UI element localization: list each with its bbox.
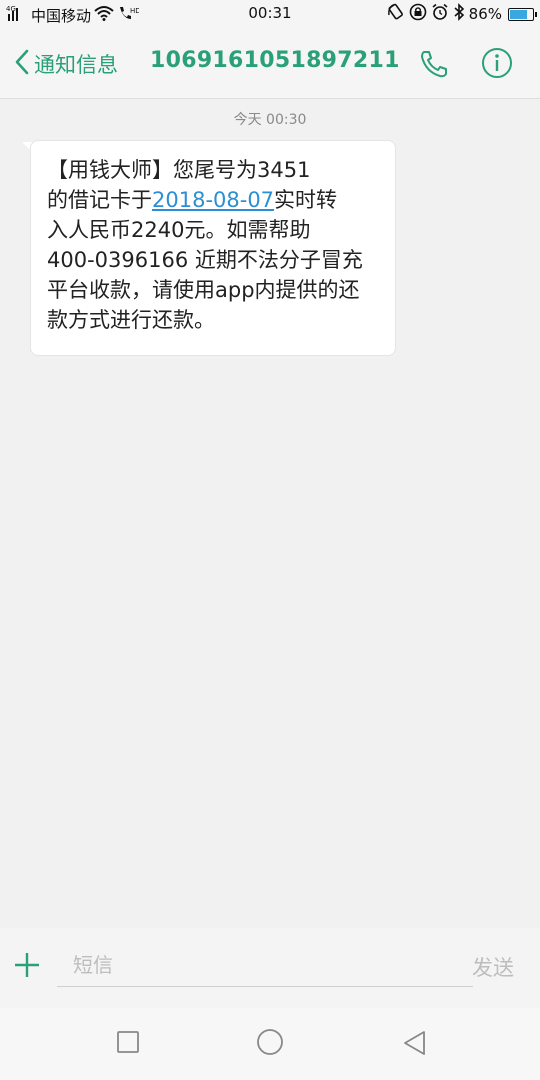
- send-button[interactable]: 发送: [472, 952, 514, 982]
- recents-button[interactable]: [116, 1030, 140, 1058]
- square-icon: [116, 1031, 140, 1058]
- bluetooth-icon: [453, 3, 465, 25]
- sms-input[interactable]: [57, 944, 473, 987]
- plus-icon: [12, 953, 42, 984]
- alarm-icon: [431, 3, 449, 25]
- sender-number: 1069161051897211: [150, 48, 400, 73]
- back-button[interactable]: 通知信息: [14, 48, 118, 80]
- battery-level: [510, 9, 527, 19]
- message-line: 款方式进行还款。: [47, 308, 215, 332]
- message-line: 平台收款，请使用app内提供的还: [47, 278, 360, 302]
- message-line: 入人民币2240元。如需帮助: [47, 218, 311, 242]
- navigation-bar: [0, 1008, 540, 1080]
- rotation-lock-icon: [387, 3, 405, 25]
- triangle-back-icon: [402, 1031, 428, 1060]
- call-button[interactable]: [418, 48, 450, 84]
- phone-icon: [418, 51, 450, 84]
- info-icon: [481, 48, 513, 83]
- message-line: 【用钱大师】您尾号为3451: [47, 158, 311, 182]
- compose-bar: 发送: [0, 928, 540, 1008]
- message-timestamp: 今天 00:30: [233, 112, 307, 128]
- chevron-left-icon: [14, 48, 30, 80]
- message-bubble[interactable]: 【用钱大师】您尾号为3451 的借记卡于2018-08-07实时转 入人民币22…: [30, 140, 396, 356]
- message-line: 400-0396166 近期不法分子冒充: [47, 248, 363, 272]
- battery-percent: 86%: [468, 5, 502, 23]
- date-link[interactable]: 2018-08-07: [152, 188, 274, 212]
- battery-icon: [508, 7, 537, 21]
- circle-icon: [256, 1029, 284, 1060]
- message-text: 实时转: [274, 188, 338, 212]
- add-attachment-button[interactable]: [12, 950, 42, 984]
- back-nav-button[interactable]: [402, 1030, 428, 1060]
- back-label: 通知信息: [34, 53, 118, 77]
- info-button[interactable]: [481, 47, 513, 83]
- lock-icon: [409, 3, 427, 25]
- message-line: 的借记卡于2018-08-07实时转: [47, 185, 379, 215]
- conversation-header: 通知信息 1069161051897211: [0, 28, 540, 99]
- message-text: 的借记卡于: [47, 188, 152, 212]
- status-right: 86%: [387, 3, 537, 25]
- home-button[interactable]: [256, 1028, 284, 1060]
- status-bar: 4G 中国移动 HD 00:31 86%: [0, 0, 540, 28]
